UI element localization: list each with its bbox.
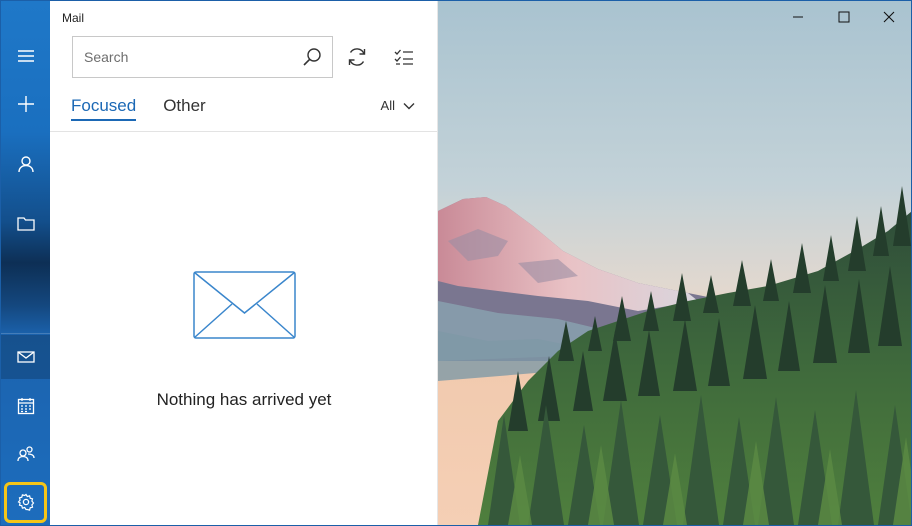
inbox-tabs: Focused Other	[71, 96, 206, 121]
sync-button[interactable]	[339, 39, 375, 75]
envelope-icon	[193, 271, 296, 339]
sync-icon	[348, 48, 366, 66]
mail-button[interactable]	[1, 335, 50, 379]
filter-label: All	[380, 98, 395, 113]
mail-list-pane: Mail Focused Other All Nothing has	[50, 1, 438, 525]
chevron-down-icon	[403, 102, 415, 109]
account-icon	[17, 156, 34, 173]
minimize-icon	[793, 16, 803, 18]
settings-button[interactable]	[1, 480, 50, 524]
folders-button[interactable]	[1, 202, 50, 246]
filter-dropdown[interactable]: All	[381, 98, 415, 113]
tab-other[interactable]: Other	[163, 96, 206, 121]
people-button[interactable]	[1, 432, 50, 476]
folder-icon	[16, 217, 35, 231]
search-box[interactable]	[72, 36, 333, 78]
maximize-icon	[838, 11, 850, 23]
selection-mode-button[interactable]	[386, 39, 422, 75]
settings-icon	[17, 493, 34, 511]
close-button[interactable]	[866, 1, 911, 33]
minimize-button[interactable]	[775, 1, 821, 33]
search-input[interactable]	[73, 37, 292, 77]
accounts-button[interactable]	[1, 142, 50, 186]
calendar-button[interactable]	[1, 384, 50, 428]
pane-divider	[50, 131, 437, 132]
reading-pane-background	[438, 1, 911, 525]
navigation-rail	[1, 1, 50, 525]
hamburger-icon	[17, 50, 34, 62]
calendar-icon	[17, 398, 34, 415]
compose-icon	[17, 96, 34, 112]
mail-window: Mail Focused Other All Nothing has	[0, 0, 912, 526]
search-icon	[303, 48, 321, 66]
close-icon	[883, 11, 895, 23]
maximize-button[interactable]	[821, 1, 867, 33]
tab-focused[interactable]: Focused	[71, 96, 137, 121]
empty-state-message: Nothing has arrived yet	[156, 390, 332, 409]
new-mail-button[interactable]	[1, 82, 50, 126]
mail-icon	[16, 351, 35, 363]
mountain-landscape-image	[438, 1, 911, 525]
hamburger-menu-button[interactable]	[1, 34, 50, 78]
selection-mode-icon	[394, 49, 413, 65]
people-icon	[16, 446, 35, 462]
search-button[interactable]	[292, 37, 332, 77]
app-title: Mail	[62, 11, 85, 25]
